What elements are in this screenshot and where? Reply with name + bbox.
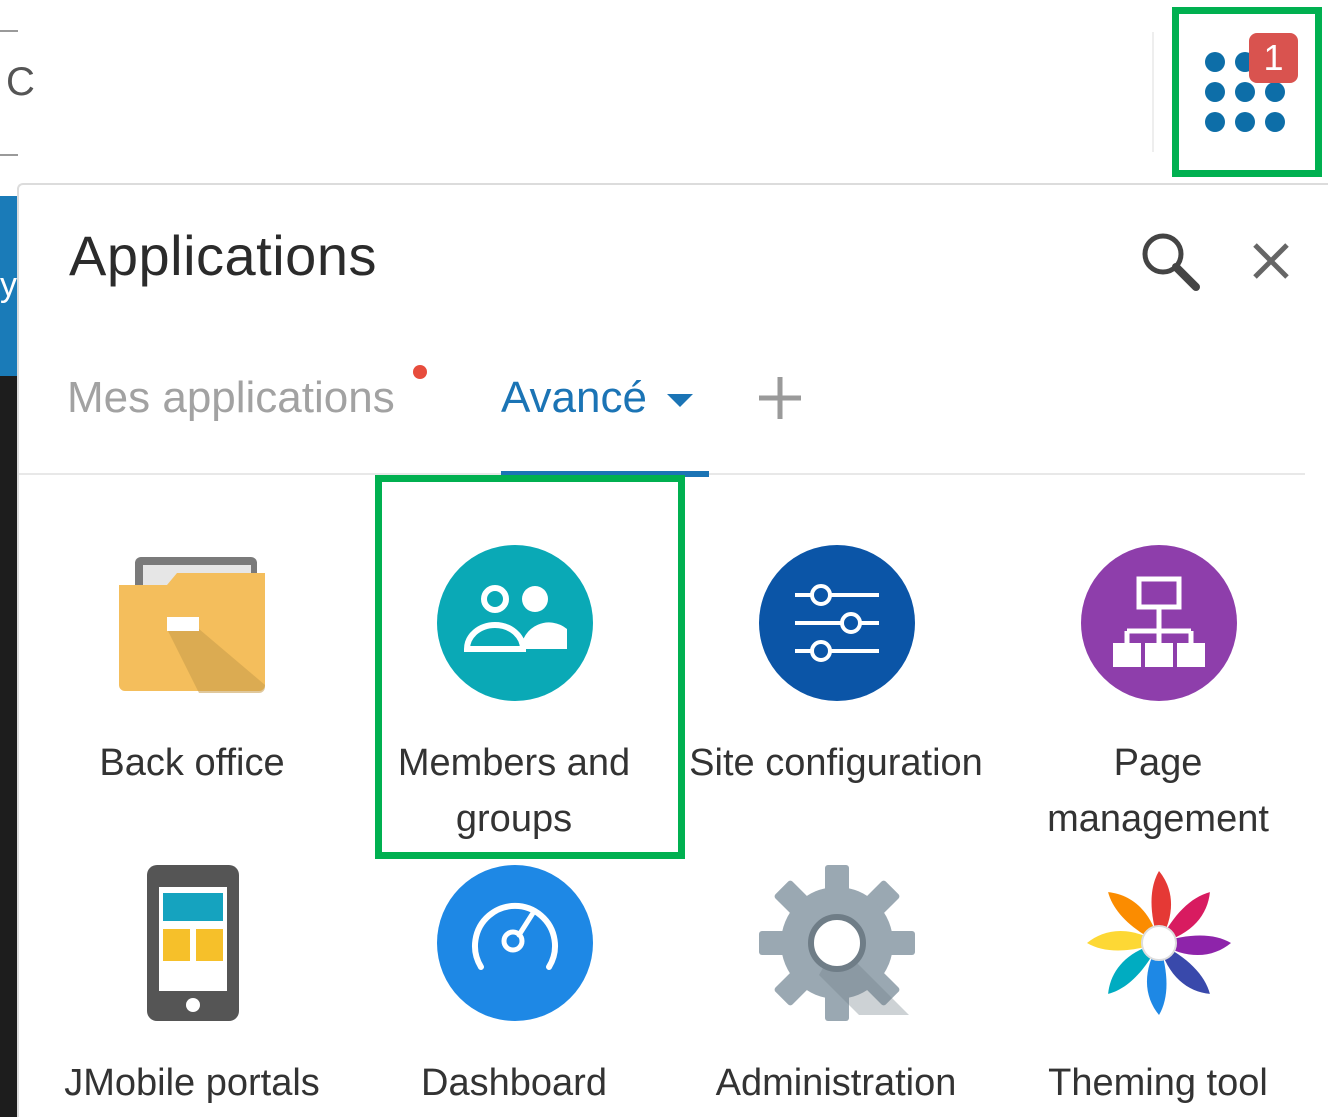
speedometer-icon: [437, 865, 593, 1021]
tab-mes-applications[interactable]: Mes applications: [67, 373, 395, 423]
background-blue-banner: y: [0, 196, 18, 376]
mobile-icon: [147, 865, 239, 1021]
plus-icon[interactable]: [755, 373, 805, 423]
background-partial-text: C: [6, 60, 35, 104]
tab-avance[interactable]: Avancé: [501, 373, 647, 423]
gear-icon: [759, 865, 915, 1021]
applications-panel: Applications Mes applications Avancé Bac…: [17, 183, 1328, 1117]
members-highlight-box: [375, 475, 685, 859]
launcher-highlight-box: [1172, 7, 1322, 177]
pinwheel-icon: [1087, 871, 1231, 1015]
background-input-border-bottom: [0, 154, 18, 156]
background-topbar: [0, 0, 1328, 180]
app-label: Page management: [1047, 742, 1269, 840]
folder-icon: [119, 557, 265, 693]
app-label: Administration: [715, 1062, 957, 1104]
chevron-down-icon[interactable]: [667, 394, 693, 407]
app-label: Theming tool: [1048, 1062, 1268, 1104]
close-icon[interactable]: [1249, 239, 1293, 283]
app-label: Dashboard: [421, 1062, 607, 1104]
toolbar-divider: [1152, 32, 1154, 152]
background-dark-area: [0, 376, 18, 1117]
search-icon[interactable]: [1139, 230, 1201, 292]
panel-title: Applications: [69, 224, 377, 287]
background-input-border-top: [0, 30, 18, 32]
tab-notification-dot: [413, 365, 427, 379]
sliders-icon: [759, 545, 915, 701]
app-label: Site configuration: [689, 742, 983, 784]
app-label: Back office: [99, 742, 285, 784]
sitemap-icon: [1081, 545, 1237, 701]
app-label: JMobile portals: [64, 1062, 320, 1104]
background-banner-text: y: [0, 266, 17, 304]
